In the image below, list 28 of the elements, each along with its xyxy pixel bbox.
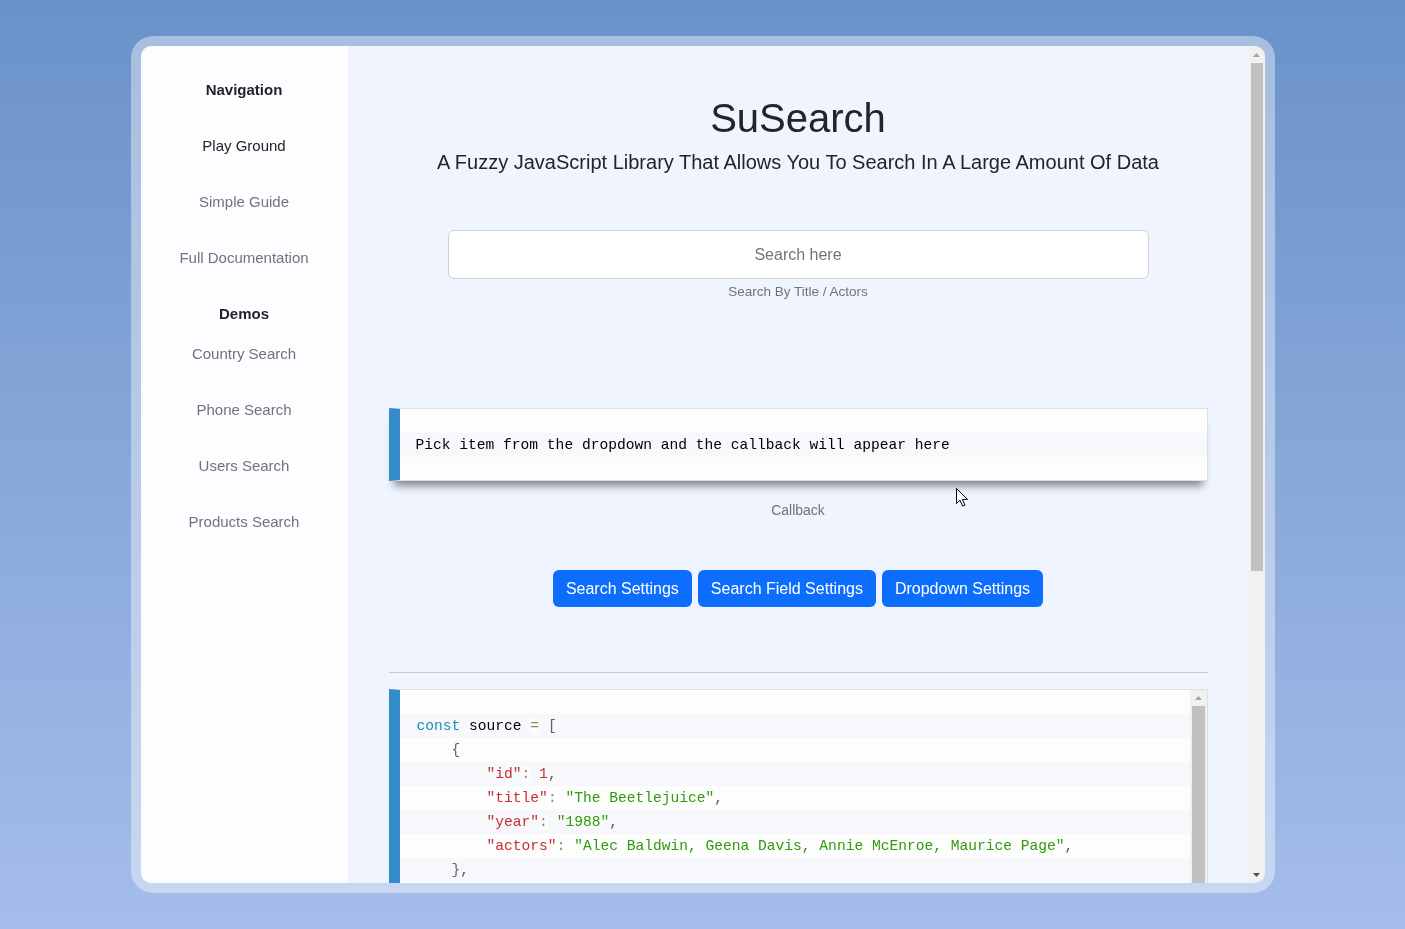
scroll-up-icon[interactable]	[1253, 52, 1260, 57]
callback-text: Pick item from the dropdown and the callback will appear here	[399, 433, 1207, 457]
nav-link[interactable]: Play Ground	[202, 134, 286, 158]
settings-button[interactable]: Search Settings	[552, 570, 692, 607]
callback-caption: Callback	[771, 501, 825, 520]
nav-link[interactable]: Products Search	[188, 510, 300, 534]
nav-link[interactable]: Simple Guide	[198, 190, 289, 214]
settings-button[interactable]: Search Field Settings	[697, 570, 876, 607]
scrollbar[interactable]	[1189, 690, 1207, 883]
search-hint: Search By Title / Actors	[728, 283, 868, 301]
page-subtitle: A Fuzzy JavaScript Library That Allows You To Search In A Large Amount Of Data	[437, 150, 1159, 175]
nav-link[interactable]: Users Search	[198, 454, 290, 478]
mouse-pointer-icon	[955, 488, 969, 507]
nav-link[interactable]: Phone Search	[196, 398, 292, 422]
code-line: "actors": "Alec Baldwin, Geena Davis, Annie McEnroe, Maurice Page",	[485, 837, 1075, 856]
nav-link[interactable]: Country Search	[191, 342, 297, 366]
search-field[interactable]: Search here	[447, 230, 1149, 279]
page-title: SuSearch	[710, 95, 886, 142]
settings-button[interactable]: Dropdown Settings	[881, 570, 1044, 607]
sidebar-heading: Demos	[219, 303, 269, 324]
code-line: {	[450, 741, 462, 760]
code-line: "title": "The Beetlejuice",	[485, 789, 725, 808]
sidebar-heading: Navigation	[205, 79, 283, 100]
scrollbar-thumb[interactable]	[1250, 63, 1263, 571]
scrollbar-thumb[interactable]	[1191, 706, 1205, 883]
nav-link[interactable]: Full Documentation	[179, 246, 309, 270]
scroll-up-icon[interactable]	[1194, 696, 1202, 700]
scroll-down-icon[interactable]	[1253, 872, 1260, 877]
